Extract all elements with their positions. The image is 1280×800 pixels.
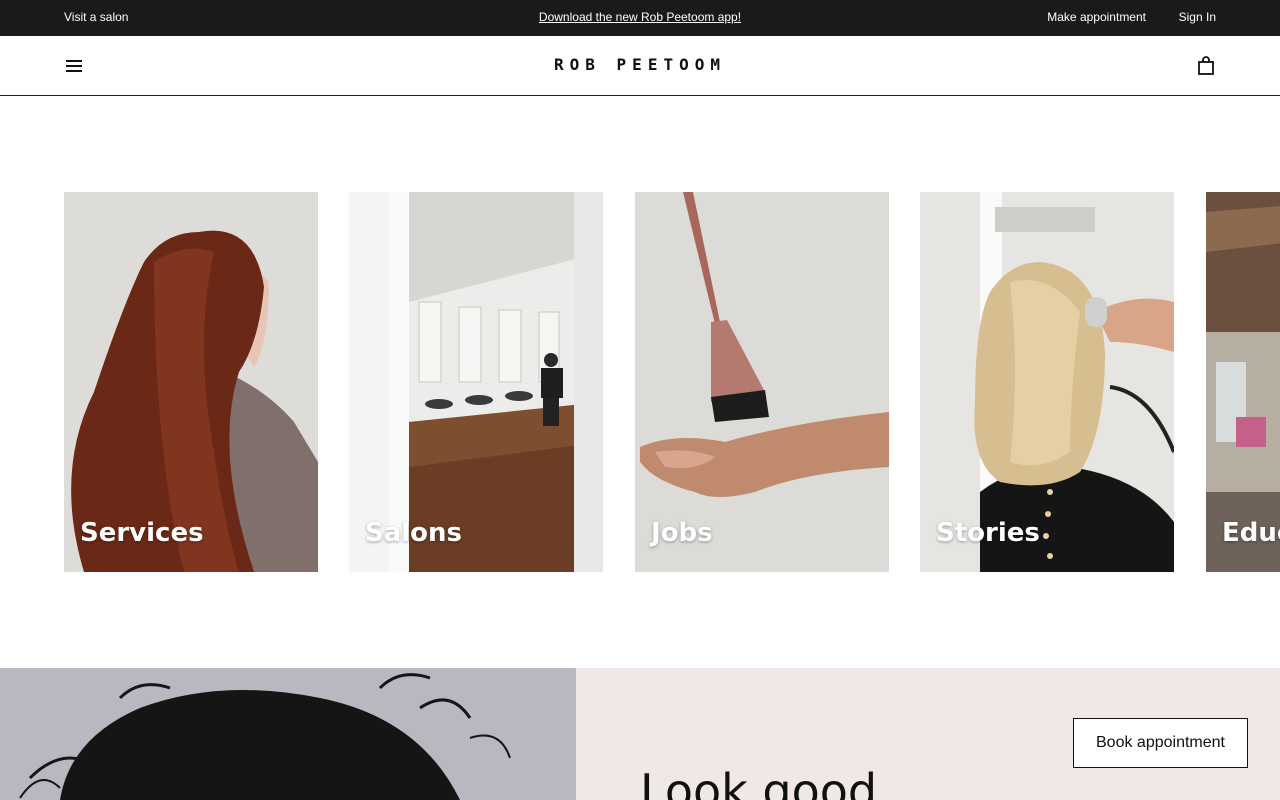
card-label: Educ	[1222, 518, 1280, 548]
salons-image	[349, 192, 603, 572]
shopping-bag-icon[interactable]	[1196, 56, 1216, 76]
card-label: Salons	[365, 518, 463, 548]
jobs-image	[635, 192, 889, 572]
card-label: Stories	[936, 518, 1040, 548]
promo-headline: Look good	[640, 764, 878, 800]
card-label: Services	[80, 518, 204, 548]
sign-in-link[interactable]: Sign In	[1179, 10, 1216, 24]
promo-panel: Book appointment Look good	[576, 668, 1280, 800]
card-salons[interactable]: Salons	[349, 192, 603, 572]
top-bar: Visit a salon Download the new Rob Peeto…	[0, 0, 1280, 36]
card-label: Jobs	[651, 518, 713, 548]
card-jobs[interactable]: Jobs	[635, 192, 889, 572]
services-image	[64, 192, 318, 572]
site-header: ROB PEETOOM	[0, 36, 1280, 96]
card-stories[interactable]: Stories	[920, 192, 1174, 572]
category-carousel: Services Salons Jobs Stories Edu	[64, 192, 1280, 572]
stories-image	[920, 192, 1174, 572]
education-image	[1206, 192, 1280, 572]
book-appointment-button[interactable]: Book appointment	[1073, 718, 1248, 768]
card-services[interactable]: Services	[64, 192, 318, 572]
site-logo[interactable]: ROB PEETOOM	[0, 55, 1280, 74]
promo-image	[0, 668, 576, 800]
card-education[interactable]: Educ	[1206, 192, 1280, 572]
make-appointment-link[interactable]: Make appointment	[1047, 10, 1146, 24]
